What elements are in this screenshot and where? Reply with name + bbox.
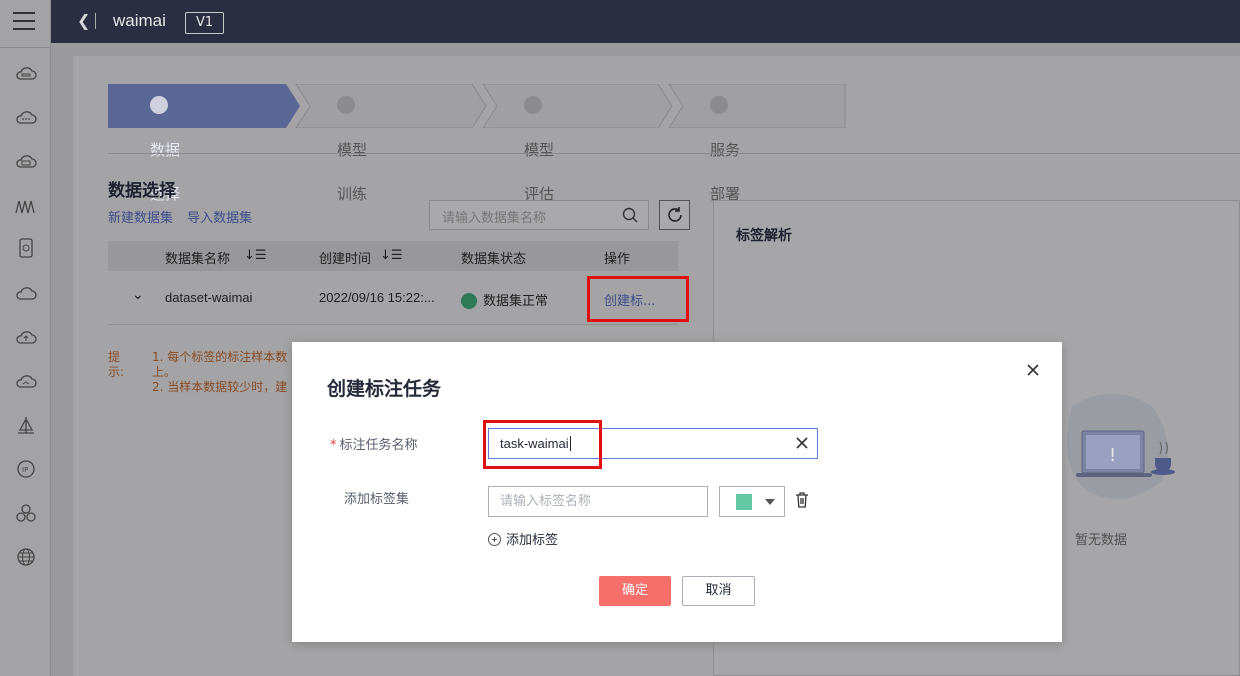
check-circle-icon [461, 292, 477, 309]
version-badge: V1 [185, 12, 225, 34]
col-dataset-name[interactable]: 数据集名称 [165, 248, 230, 267]
col-action: 操作 [604, 252, 631, 267]
cloud-upload-icon[interactable] [15, 328, 37, 348]
more-circle-icon [710, 95, 728, 114]
clear-icon[interactable] [796, 437, 808, 449]
step-label: 服务部署 [710, 141, 741, 203]
highlight-box [483, 420, 602, 469]
hint-label-1: 提 [108, 350, 121, 364]
dataset-name: dataset-waimai [165, 290, 253, 305]
new-dataset-link[interactable]: 新建数据集 [108, 211, 173, 226]
sidebar: IP [0, 0, 51, 676]
svg-text:!: ! [1109, 445, 1116, 466]
caret-down-icon [765, 499, 775, 505]
task-name-label: * 标注任务名称 [330, 434, 418, 453]
add-tag-button[interactable]: 添加标签 [488, 529, 558, 548]
tag-color-picker[interactable] [719, 486, 785, 517]
tagset-label: 添加标签集 [344, 492, 410, 507]
ip-icon[interactable]: IP [15, 459, 37, 479]
arrow-right-circle-icon [150, 95, 168, 114]
col-created-time[interactable]: 创建时间 [319, 248, 371, 267]
step-service-deploy[interactable]: 服务部署 [710, 84, 740, 203]
cloud-icon[interactable] [15, 64, 37, 84]
sailboat-icon[interactable] [15, 416, 37, 436]
empty-text: 暂无数据 [1075, 533, 1128, 548]
confirm-button[interactable]: 确定 [599, 576, 671, 606]
required-mark: * [330, 438, 337, 453]
col-status: 数据集状态 [461, 252, 527, 267]
dialog-title: 创建标注任务 [327, 378, 442, 400]
database-icon[interactable] [15, 238, 37, 258]
refresh-button[interactable] [659, 200, 690, 230]
step-model-train[interactable]: 模型训练 [337, 84, 367, 203]
status-badge: 数据集正常 [461, 290, 548, 310]
color-swatch [736, 494, 752, 510]
add-tag-label: 添加标签 [506, 533, 559, 548]
more-circle-icon [337, 95, 355, 114]
cluster-icon[interactable] [15, 503, 37, 523]
tag-placeholder: 请输入标签名称 [500, 494, 592, 509]
panel-title: 标签解析 [736, 228, 792, 244]
expand-chevron-icon[interactable]: ⌄ [132, 287, 144, 303]
globe-icon[interactable] [15, 547, 37, 567]
created-time: 2022/09/16 15:22:... [319, 290, 435, 305]
back-chevron-icon[interactable]: ❮ [77, 11, 90, 30]
tag-name-input[interactable]: 请输入标签名称 [488, 486, 708, 517]
search-placeholder: 请输入数据集名称 [442, 211, 547, 226]
top-bar: ❮ waimai V1 [51, 0, 1240, 43]
close-icon[interactable] [1025, 362, 1041, 378]
status-text: 数据集正常 [483, 294, 549, 309]
hint-line-1b: 上。 [152, 365, 177, 379]
cloud-icon[interactable] [15, 284, 37, 304]
menu-icon[interactable] [13, 12, 35, 32]
dataset-links: 新建数据集 导入数据集 [108, 207, 262, 226]
step-model-eval[interactable]: 模型评估 [524, 84, 554, 203]
svg-text:IP: IP [22, 466, 28, 474]
trash-icon[interactable] [795, 492, 809, 508]
sidebar-divider [0, 47, 51, 48]
task-name-label-text: 标注任务名称 [339, 438, 418, 453]
section-title: 数据选择 [108, 181, 176, 201]
cloud-icon[interactable] [15, 372, 37, 392]
hint-label: 提示: [108, 350, 138, 380]
import-dataset-link[interactable]: 导入数据集 [187, 211, 252, 226]
search-icon[interactable] [622, 207, 638, 223]
table-header: 数据集名称 ↓☰ 创建时间 ↓☰ 数据集状态 操作 [108, 241, 678, 271]
hint-line-2: 2. 当样本数据较少时，建 [152, 380, 288, 394]
hint-line-1: 1. 每个标签的标注样本数 [152, 350, 288, 364]
wave-icon[interactable] [15, 196, 37, 216]
topbar-separator [95, 13, 96, 29]
cloud-icon[interactable] [15, 108, 37, 128]
refresh-icon [668, 207, 682, 222]
divider [108, 153, 1240, 154]
sort-icon[interactable]: ↓☰ [380, 248, 403, 263]
step-label: 模型评估 [524, 141, 555, 203]
create-label-task-dialog: 创建标注任务 * 标注任务名称 task-waimai 添加标签集 请输入标签名称… [292, 342, 1062, 642]
plus-circle-icon [488, 533, 501, 546]
empty-data-illustration: ! [1067, 393, 1175, 499]
hint-label-2: 示: [108, 365, 125, 379]
sort-icon[interactable]: ↓☰ [244, 248, 267, 263]
highlight-box [587, 276, 689, 322]
cancel-button[interactable]: 取消 [682, 576, 755, 606]
hint-text: 1. 每个标签的标注样本数 上。 2. 当样本数据较少时，建 [152, 350, 312, 395]
step-label: 模型训练 [337, 141, 368, 203]
cloud-icon[interactable] [15, 152, 37, 172]
dataset-search-input[interactable]: 请输入数据集名称 [429, 200, 649, 230]
more-circle-icon [524, 95, 542, 114]
app-title: waimai [113, 11, 166, 30]
step-data-select[interactable]: 数据选择 [150, 84, 180, 203]
